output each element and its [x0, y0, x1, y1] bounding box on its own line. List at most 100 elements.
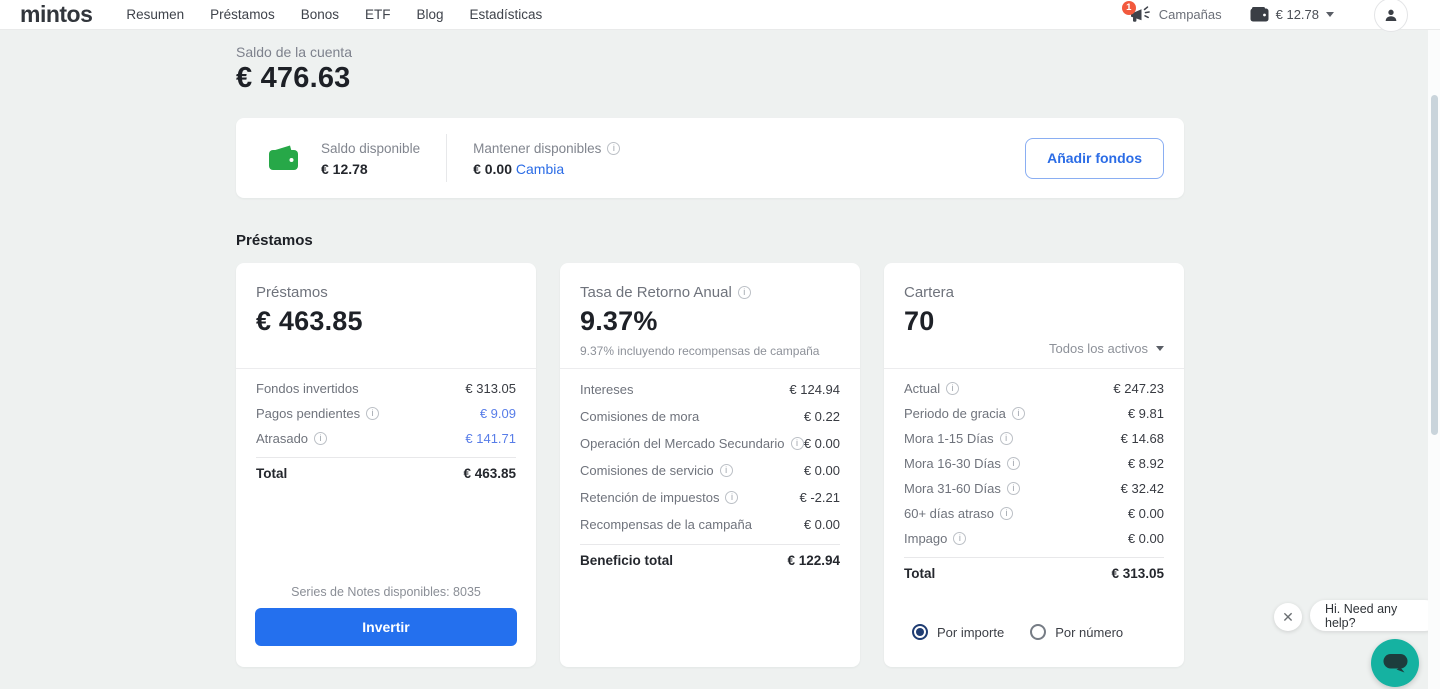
portfolio-card: Cartera 70 Todos los activos Actuali € 2… [884, 263, 1184, 667]
table-row: Mora 1-15 Días i € 14.68 [904, 426, 1164, 451]
loans-card-title: Préstamos [256, 284, 516, 301]
portfolio-view-toggle: Por importe Por número [884, 624, 1184, 667]
total-value: € 463.85 [463, 466, 516, 481]
chat-greeting-text: Hi. Need any help? [1325, 602, 1425, 630]
table-row: Retención de impuestos i € -2.21 [580, 484, 840, 511]
radio-button-checked[interactable] [912, 624, 928, 640]
available-balance-block: Saldo disponible € 12.78 [321, 140, 420, 177]
nav-item-blog[interactable]: Blog [416, 7, 443, 22]
return-card-title: Tasa de Retorno Anual [580, 284, 732, 301]
total-row: Total € 313.05 [904, 557, 1164, 589]
keep-available-block: Mantener disponibles i € 0.00 Cambia [473, 140, 620, 177]
info-icon[interactable]: i [366, 407, 379, 420]
row-label: Operación del Mercado Secundario [580, 436, 785, 451]
row-value: € 0.00 [804, 436, 840, 451]
row-value: € 0.00 [804, 517, 840, 532]
radio-label: Por importe [937, 625, 1004, 640]
info-icon[interactable]: i [1012, 407, 1025, 420]
nav-item-prestamos[interactable]: Préstamos [210, 7, 275, 22]
row-label: Mora 31-60 Días [904, 481, 1001, 496]
table-row: Impagoi € 0.00 [904, 526, 1164, 551]
nav-item-resumen[interactable]: Resumen [126, 7, 184, 22]
mintos-logo[interactable]: mintos [20, 1, 92, 28]
total-label: Beneficio total [580, 553, 673, 568]
main-content: Saldo de la cuenta € 476.63 Saldo dispon… [236, 43, 1184, 667]
row-value: € 32.42 [1121, 481, 1164, 496]
info-icon[interactable]: i [953, 532, 966, 545]
change-link[interactable]: Cambia [516, 161, 564, 177]
total-value: € 313.05 [1111, 566, 1164, 581]
chat-greeting-bubble[interactable]: Hi. Need any help? [1310, 600, 1440, 631]
invest-button[interactable]: Invertir [255, 608, 517, 646]
row-label: Retención de impuestos [580, 490, 719, 505]
table-row: Comisiones de servicioi € 0.00 [580, 457, 840, 484]
nav-item-bonos[interactable]: Bonos [301, 7, 339, 22]
chat-launcher-button[interactable] [1371, 639, 1419, 687]
table-row: Pagos pendientesi € 9.09 [256, 401, 516, 426]
loans-card: Préstamos € 463.85 Fondos invertidos € 3… [236, 263, 536, 667]
keep-available-amount: € 0.00 [473, 161, 512, 177]
top-navbar: mintos Resumen Préstamos Bonos ETF Blog … [0, 0, 1440, 30]
nav-item-estadisticas[interactable]: Estadísticas [470, 7, 543, 22]
row-value: € 247.23 [1113, 381, 1164, 396]
table-row: Operación del Mercado Secundario i € 0.00 [580, 430, 840, 457]
row-value: € 0.00 [1128, 506, 1164, 521]
row-value: € 124.94 [789, 382, 840, 397]
row-value: € 0.22 [804, 409, 840, 424]
chat-icon [1382, 651, 1409, 675]
total-label: Total [256, 466, 287, 481]
row-label: Impago [904, 531, 947, 546]
info-icon[interactable]: i [720, 464, 733, 477]
info-icon[interactable]: i [1007, 482, 1020, 495]
row-label: Mora 1-15 Días [904, 431, 994, 446]
user-avatar-button[interactable] [1374, 0, 1408, 32]
account-balance-label: Saldo de la cuenta [236, 43, 1184, 61]
info-icon[interactable]: i [791, 437, 804, 450]
table-row: Intereses € 124.94 [580, 376, 840, 403]
info-icon[interactable]: i [738, 286, 751, 299]
info-icon[interactable]: i [1007, 457, 1020, 470]
info-icon[interactable]: i [1000, 507, 1013, 520]
info-icon[interactable]: i [1000, 432, 1013, 445]
info-icon[interactable]: i [607, 142, 620, 155]
add-funds-button[interactable]: Añadir fondos [1025, 138, 1164, 179]
total-row: Beneficio total € 122.94 [580, 544, 840, 576]
row-label: Periodo de gracia [904, 406, 1006, 421]
row-label: 60+ días atraso [904, 506, 994, 521]
notification-badge: 1 [1122, 1, 1136, 15]
wallet-amount: € 12.78 [1276, 7, 1319, 22]
row-value: € 14.68 [1121, 431, 1164, 446]
account-balance-header: Saldo de la cuenta € 476.63 [236, 43, 1184, 96]
wallet-balance-dropdown[interactable]: € 12.78 [1250, 7, 1334, 22]
available-balance-card: Saldo disponible € 12.78 Mantener dispon… [236, 118, 1184, 198]
portfolio-card-title: Cartera [904, 284, 1164, 301]
row-label: Pagos pendientes [256, 406, 360, 421]
scrollbar-thumb[interactable] [1431, 95, 1438, 435]
radio-by-amount[interactable]: Por importe [912, 624, 1004, 640]
radio-by-number[interactable]: Por número [1030, 624, 1123, 640]
assets-filter-label: Todos los activos [1049, 341, 1148, 356]
row-label: Fondos invertidos [256, 381, 359, 396]
main-nav: Resumen Préstamos Bonos ETF Blog Estadís… [126, 7, 542, 22]
annual-return-card: Tasa de Retorno Anual i 9.37% 9.37% incl… [560, 263, 860, 667]
keep-available-label: Mantener disponibles [473, 140, 601, 157]
total-label: Total [904, 566, 935, 581]
notes-available-text: Series de Notes disponibles: 8035 [255, 585, 517, 599]
row-value: € 9.81 [1128, 406, 1164, 421]
chat-dismiss-button[interactable]: ✕ [1274, 603, 1302, 631]
row-label: Mora 16-30 Días [904, 456, 1001, 471]
assets-filter-dropdown[interactable]: Todos los activos [1049, 341, 1164, 356]
nav-item-etf[interactable]: ETF [365, 7, 391, 22]
info-icon[interactable]: i [725, 491, 738, 504]
info-icon[interactable]: i [314, 432, 327, 445]
row-label: Recompensas de la campaña [580, 517, 752, 532]
row-value: € -2.21 [800, 490, 840, 505]
info-icon[interactable]: i [946, 382, 959, 395]
row-label: Comisiones de servicio [580, 463, 714, 478]
campaigns-link[interactable]: 1 Campañas [1129, 5, 1222, 25]
radio-button-unchecked[interactable] [1030, 624, 1046, 640]
chevron-down-icon [1326, 12, 1334, 17]
available-balance-amount: € 12.78 [321, 161, 420, 177]
row-label: Atrasado [256, 431, 308, 446]
chevron-down-icon [1156, 346, 1164, 351]
